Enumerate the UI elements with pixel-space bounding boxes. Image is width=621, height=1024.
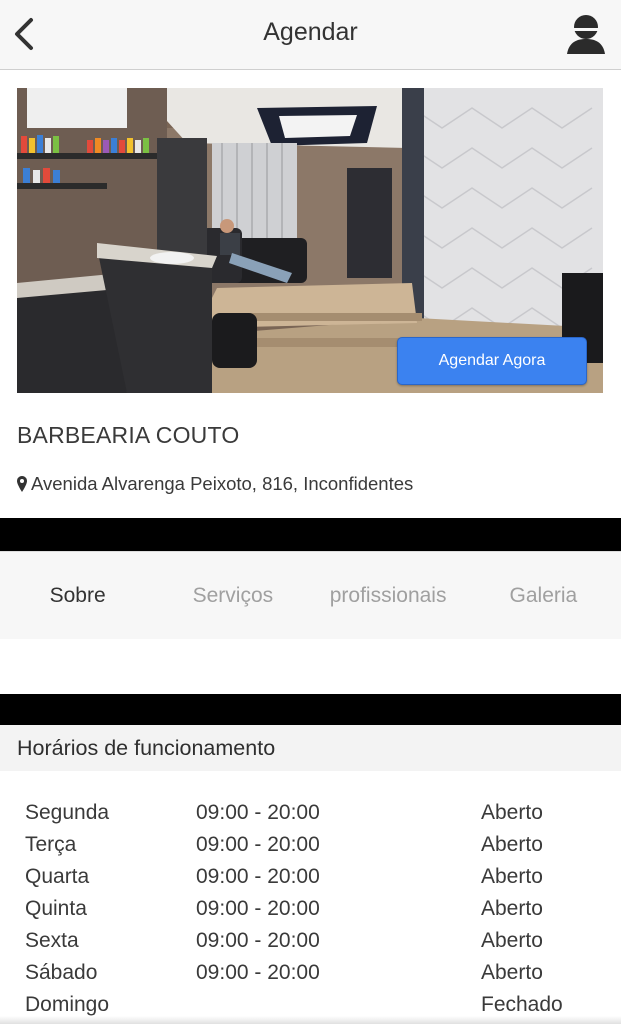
status-label: Aberto: [481, 961, 543, 984]
status-label: Aberto: [481, 865, 543, 888]
status-label: Aberto: [481, 897, 543, 920]
map-pin-icon: [17, 476, 27, 492]
divider-bar: [0, 518, 621, 551]
bottom-shadow: [0, 1016, 621, 1024]
day-label: Segunda: [25, 801, 110, 824]
page-title: Agendar: [263, 18, 358, 46]
hours-title: Horários de funcionamento: [17, 736, 276, 760]
hours-row: Sábado 09:00 - 20:00 Aberto: [25, 958, 605, 990]
status-label: Aberto: [481, 929, 543, 952]
day-label: Sábado: [25, 961, 98, 984]
status-label: Aberto: [481, 801, 543, 824]
book-now-button[interactable]: Agendar Agora: [397, 337, 587, 385]
hours-section-header: Horários de funcionamento: [0, 725, 621, 771]
tab-galeria[interactable]: Galeria: [466, 552, 621, 639]
time-range: 09:00 - 20:00: [196, 897, 320, 920]
status-label: Fechado: [481, 993, 563, 1016]
hours-row: Quarta 09:00 - 20:00 Aberto: [25, 862, 605, 894]
time-range: 09:00 - 20:00: [196, 961, 320, 984]
tab-bar: Sobre Serviços profissionais Galeria: [0, 551, 621, 639]
user-profile-icon: [567, 15, 605, 54]
day-label: Domingo: [25, 993, 110, 1016]
hours-table: Segunda 09:00 - 20:00 Aberto Terça 09:00…: [25, 798, 605, 1022]
day-label: Quinta: [25, 897, 87, 920]
profile-button[interactable]: [565, 12, 607, 56]
time-range: 09:00 - 20:00: [196, 929, 320, 952]
hours-row: Terça 09:00 - 20:00 Aberto: [25, 830, 605, 862]
address-text: Avenida Alvarenga Peixoto, 816, Inconfid…: [31, 473, 414, 494]
hours-row: Segunda 09:00 - 20:00 Aberto: [25, 798, 605, 830]
day-label: Quarta: [25, 865, 90, 888]
time-range: 09:00 - 20:00: [196, 865, 320, 888]
day-label: Terça: [25, 833, 77, 856]
shop-address: Avenida Alvarenga Peixoto, 816, Inconfid…: [17, 473, 413, 495]
hours-row: Sexta 09:00 - 20:00 Aberto: [25, 926, 605, 958]
shop-name: BARBEARIA COUTO: [17, 422, 240, 448]
hours-row: Quinta 09:00 - 20:00 Aberto: [25, 894, 605, 926]
time-range: 09:00 - 20:00: [196, 801, 320, 824]
tab-profissionais[interactable]: profissionais: [311, 552, 466, 639]
top-bar: Agendar: [0, 0, 621, 70]
time-range: 09:00 - 20:00: [196, 833, 320, 856]
tab-sobre[interactable]: Sobre: [0, 552, 155, 639]
day-label: Sexta: [25, 929, 79, 952]
divider-bar: [0, 694, 621, 725]
status-label: Aberto: [481, 833, 543, 856]
tab-servicos[interactable]: Serviços: [155, 552, 310, 639]
